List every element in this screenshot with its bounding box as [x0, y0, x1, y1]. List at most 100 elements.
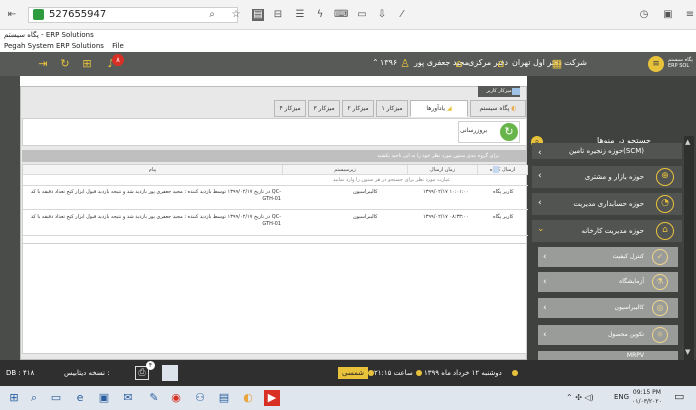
row1-message: در تاریخ ۱۳۹۹/۰۲/۱۷ توسط بازدید کننده : …	[30, 189, 281, 202]
mail-icon[interactable]: ✉	[120, 390, 136, 406]
notification-badge: ۸	[112, 54, 124, 66]
status-dot	[368, 370, 374, 376]
chevron-left-icon: ‹	[543, 277, 547, 287]
download-icon[interactable]: ⇩	[376, 9, 388, 21]
group-by-bar[interactable]: برای گروه بندی ستون مورد نظر خود را به ا…	[22, 150, 527, 162]
tab-desk-4[interactable]: میزکار ۴	[274, 100, 306, 117]
app-menu-label[interactable]: Pegah System ERP Solutions	[4, 42, 104, 50]
star-icon[interactable]: ☆	[230, 9, 242, 21]
year-selector[interactable]: ⌃	[372, 58, 379, 67]
tray-icons[interactable]: ⌃ ✣ ◁)	[566, 393, 594, 402]
tab-icon[interactable]: ⊟	[272, 9, 284, 21]
system-clock[interactable]: 09:15 PM ۰۱/۰۳/۲۰۲۰	[632, 388, 662, 406]
tab-strip: پگاه سیستم ◐ یادآورها ◢ میزکار ۱ میزکار …	[22, 100, 527, 118]
task-view-icon[interactable]: ▭	[48, 390, 64, 406]
refresh-icon[interactable]: ↻	[58, 57, 72, 71]
dashboard-panel	[22, 118, 527, 146]
filter-icon[interactable]	[493, 166, 499, 173]
reminders-grid: ارسال کننده زمان ارسال زیرسیستم پیام عبا…	[22, 164, 528, 244]
db-version-label: نسخه دیتابیس :	[64, 369, 110, 377]
db-label: DB : ۴۱۸	[6, 369, 35, 377]
product-icon: ☼	[652, 327, 668, 343]
clock-date: ۰۱/۰۳/۲۰۲۰	[632, 398, 662, 405]
count-badge: ۴	[146, 361, 155, 370]
left-collapse-strip[interactable]	[0, 76, 20, 360]
row1-sender: کاربر پگاه	[493, 189, 514, 195]
menu-item-label: حوزه زنجیره تامین(SCM)	[568, 147, 644, 155]
tab-pegah-system[interactable]: پگاه سیستم ◐	[470, 100, 526, 117]
screen-icon[interactable]: ▭	[356, 9, 368, 21]
bell-icon: ◢	[446, 105, 452, 112]
remote-app-icon[interactable]: ▶	[264, 390, 280, 406]
search-icon[interactable]: ⌕	[206, 9, 218, 21]
app-menu: Pegah System ERP Solutions File	[4, 42, 124, 50]
scroll-up-icon[interactable]: ▲	[685, 138, 690, 146]
search-icon[interactable]: ⌕	[26, 390, 42, 406]
scroll-down-icon[interactable]: ▼	[685, 348, 690, 356]
fiscal-year[interactable]: ۱۳۹۶	[380, 58, 397, 67]
chevron-left-icon: ‹	[538, 148, 542, 158]
col-header-subsystem[interactable]: زیرسیستم	[283, 165, 408, 175]
notification-icon[interactable]: ▭	[674, 390, 684, 403]
menu-item-label: حوزه بازار و مشتری	[584, 173, 644, 181]
calendar-type[interactable]: شمسی	[338, 367, 368, 379]
chevron-left-icon: ‹	[543, 303, 547, 313]
store-icon[interactable]: ▣	[96, 390, 112, 406]
tab-desk-3[interactable]: میزکار ۳	[308, 100, 340, 117]
window-icon	[512, 88, 520, 95]
status-dot	[416, 370, 422, 376]
network-app-icon[interactable]: ⚇	[192, 390, 208, 406]
chevron-left-icon: ‹	[538, 171, 542, 181]
square-icon[interactable]: ▣	[662, 9, 674, 21]
window-title: پگاه سیستم - ERP Solutions	[4, 31, 94, 39]
row2-time: ۱۳۹۹/۰۲/۱۷ ۰۸:۳۳:۰۰	[423, 214, 469, 220]
row-divider	[23, 235, 528, 236]
col-header-message[interactable]: پیام	[23, 165, 283, 175]
sidebar-scrollbar[interactable]: ▲ ▼	[684, 136, 694, 360]
row1-subsystem: کالیبراسیون	[353, 189, 378, 195]
pegah-app-icon[interactable]: ◐	[240, 390, 256, 406]
keyboard-icon[interactable]: ⌨	[334, 9, 348, 21]
menu-item-scm[interactable]: حوزه زنجیره تامین(SCM)	[532, 143, 682, 159]
flask-icon: ⚗	[652, 274, 668, 290]
calendar-icon[interactable]	[162, 365, 178, 381]
tab-reminders[interactable]: یادآورها ◢	[410, 100, 468, 117]
chrome-icon[interactable]: ◉	[168, 390, 184, 406]
language-indicator[interactable]: ENG	[614, 393, 629, 401]
building-icon: ▦	[551, 57, 563, 70]
date-label: دوشنبه ۱۲ خرداد ماه ۱۳۹۹	[424, 369, 502, 377]
hamburger-icon[interactable]: ≡	[648, 56, 664, 72]
row-divider	[23, 185, 528, 186]
submenu-mrpv[interactable]: MRPV	[538, 351, 678, 360]
document-icon[interactable]: ▤	[252, 9, 264, 21]
row2-sender: کاربر پگاه	[493, 214, 514, 220]
col-header-time[interactable]: زمان ارسال	[408, 165, 478, 175]
refresh-icon[interactable]: ↻	[500, 123, 518, 141]
exit-icon[interactable]: ⇥	[36, 57, 50, 71]
app-window-icon[interactable]: ▤	[216, 390, 232, 406]
calculator-icon[interactable]: ⊞	[80, 57, 94, 71]
filter-hint[interactable]: عبارت مورد نظر برای جستجو در هر ستون را …	[333, 177, 450, 183]
factory-icon: ⌂	[656, 222, 674, 240]
flash-icon[interactable]: ☰	[294, 9, 306, 21]
back-icon[interactable]: ⇤	[6, 9, 18, 21]
chevron-down-icon: ⌄	[537, 224, 545, 234]
clock-icon[interactable]: ◷	[638, 9, 650, 21]
menu-icon[interactable]: ≡	[684, 9, 696, 21]
app-header: ⇥ ↻ ⊞ ♪ ۸ ⌃ ۱۳۹۶ ♙ مجید جعفری پور ⌂ دفتر…	[0, 52, 696, 76]
pen-icon[interactable]: ⁄	[396, 9, 408, 21]
tab-desk-1[interactable]: میزکار ۱	[376, 100, 408, 117]
address-value: 527655947	[49, 9, 107, 20]
refresh-label: بروزرسانی	[460, 127, 488, 134]
edge-icon[interactable]: e	[72, 390, 88, 406]
file-menu[interactable]: File	[112, 42, 124, 50]
paint-icon[interactable]: ✎	[146, 390, 162, 406]
user-icon: ♙	[400, 57, 410, 70]
logo-icon: ◐	[511, 105, 517, 112]
tab-desk-2[interactable]: میزکار ۲	[342, 100, 374, 117]
flash-icon[interactable]: ϟ	[314, 9, 326, 21]
chevron-left-icon: ‹	[538, 198, 542, 208]
windows-start-icon[interactable]: ⊞	[6, 390, 22, 406]
chevron-left-icon: ‹	[543, 330, 547, 340]
col-header-sender[interactable]: ارسال کننده	[478, 165, 528, 175]
